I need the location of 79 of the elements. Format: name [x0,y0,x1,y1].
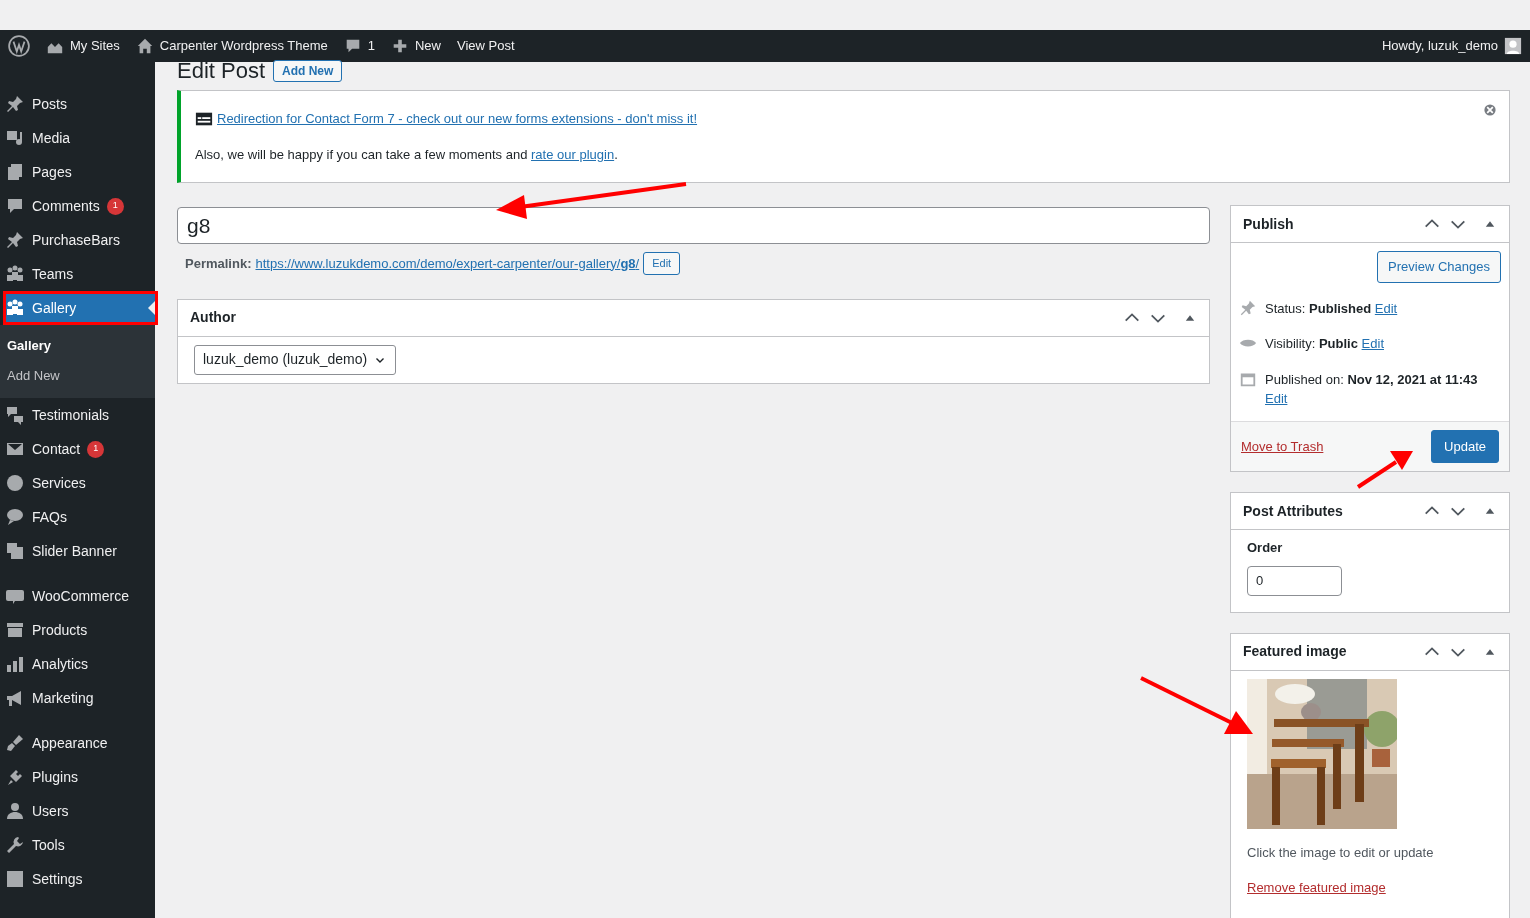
speech-bubble-icon [5,196,25,216]
dismiss-button[interactable] [1483,103,1497,117]
sidebar-item[interactable]: Analytics [0,647,155,681]
sidebar-item[interactable]: Posts [0,87,155,121]
permalink-label: Permalink: [185,254,252,273]
box-title: Publish [1243,214,1294,234]
arrow-annotation [1356,451,1413,489]
pushpin-icon [5,230,25,250]
chat-bubble-icon [5,507,25,527]
sidebar-item[interactable]: Settings [0,862,155,896]
sidebar-item[interactable]: WooCommerce [0,579,155,613]
toolbar-link[interactable]: 1 [335,30,383,62]
box-title: Post Attributes [1243,501,1343,521]
publish-info: Status: Published Edit [1265,299,1398,318]
sidebar-item[interactable]: Gallery [3,291,158,325]
current-notch [148,301,155,315]
sidebar-item[interactable]: Plugins [0,760,155,794]
publish-info: Visibility: Public Edit [1265,335,1384,353]
paintbrush-icon [5,733,25,753]
people-icon [5,264,25,284]
wrench-icon [5,835,25,855]
sidebar-item[interactable]: Products [0,613,155,647]
image-hint: Click the image to edit or update [1247,843,1435,862]
media-icon [5,128,25,148]
speech-bubbles-icon [5,405,25,425]
sidebar-item[interactable]: Users [0,794,155,828]
sidebar-item[interactable]: Testimonials [0,398,155,432]
submenu-item[interactable]: Add New [0,360,155,390]
house-icon [135,37,154,55]
sidebar-item[interactable]: Comments 1 [0,189,155,223]
edit-link[interactable]: Edit [1265,391,1288,406]
sidebar-item[interactable]: Pages [0,155,155,189]
permalink-link[interactable]: https://www.luzukdemo.com/demo/expert-carpenter/our-gallery/g8/ [255,253,640,273]
toolbar-link[interactable]: New [382,30,449,62]
update-button[interactable]: Update [1431,429,1499,463]
sidebar-item[interactable]: Media [0,121,155,155]
sidebar-item[interactable]: Contact 1 [0,432,155,466]
box-title: Author [190,308,236,327]
notice-link[interactable]: Redirection for Contact Form 7 - check out our new forms extensions - don't miss it! [217,109,698,129]
toolbar-link[interactable]: View Post [448,30,523,62]
edit-button[interactable]: Edit [643,252,681,275]
close-icon [1483,103,1497,117]
sidebar-item[interactable]: Tools [0,828,155,862]
archive-box-icon [5,620,25,640]
title-field[interactable]: g8 [177,207,1210,244]
submenu-item[interactable]: Gallery [0,331,155,361]
preview-changes-button[interactable]: Preview Changes [1377,251,1501,283]
user-icon [5,801,25,821]
order-field[interactable]: 0 [1247,565,1342,596]
sidebar-item[interactable]: Marketing [0,681,155,715]
sidebar-item[interactable]: Services [0,466,155,500]
edit-link[interactable]: Edit [1361,336,1384,351]
sidebar-item[interactable]: PurchaseBars [0,223,155,257]
stacked-slides-icon [5,541,25,561]
pages-icon [5,162,25,182]
toolbar-link[interactable]: My Sites [38,30,128,62]
move-to-trash-link[interactable]: Move to Trash [1241,436,1324,456]
sidebar-item[interactable]: FAQs [0,500,155,534]
sidebar-item[interactable]: Appearance [0,726,155,760]
count-badge: 1 [87,440,105,458]
add-new-button[interactable]: Add New [273,60,343,82]
pushpin-icon [5,94,25,114]
account-menu[interactable]: Howdy, luzuk_demo [1373,30,1530,62]
edit-link[interactable]: Edit [1374,300,1398,316]
bar-chart-icon [5,654,25,674]
pin-icon [1239,298,1257,317]
plug-icon [5,767,25,787]
field-label: Order [1247,539,1284,557]
publish-info: Published on: Nov 12, 2021 at 11:43 Edit [1265,370,1479,408]
wordpress-logo-icon [8,35,30,57]
sidebar-item[interactable]: Slider Banner [0,534,155,568]
remove-image-link[interactable]: Remove featured image [1247,878,1386,898]
sidebar-item[interactable]: Teams [0,257,155,291]
box-title: Featured image [1243,642,1347,661]
author-select[interactable]: luzuk_demo (luzuk_demo) [194,344,397,375]
avatar-icon [1504,37,1522,55]
count-badge: 1 [106,197,124,215]
people-icon [5,298,25,318]
notice-text: Also, we will be happy if you can take a few moments and rate our plugin. [195,145,619,164]
